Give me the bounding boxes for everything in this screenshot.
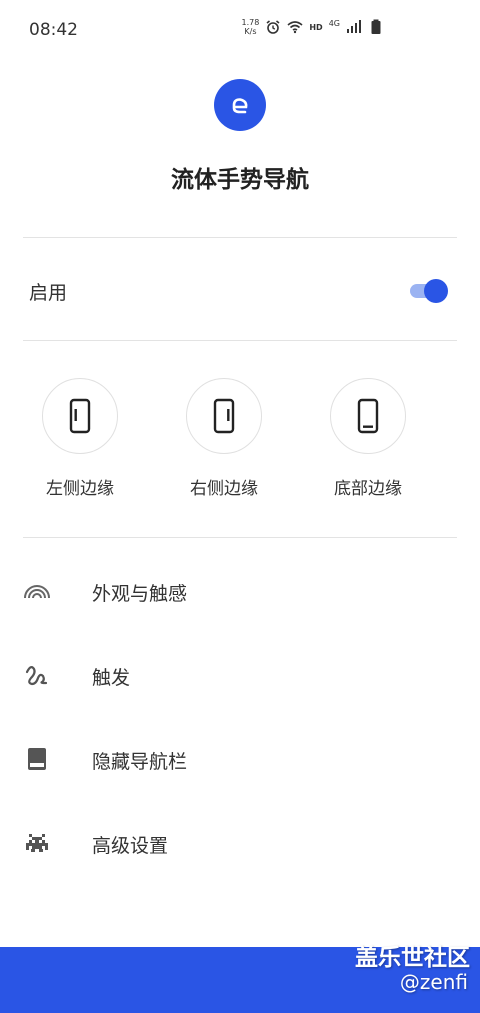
menu-item-hide-navbar[interactable]: 隐藏导航栏 — [0, 728, 480, 788]
network-type-label: 4G — [328, 18, 340, 28]
edge-option-left[interactable]: 左侧边缘 — [20, 378, 140, 508]
divider-top — [23, 237, 457, 238]
edge-option-left-circle[interactable] — [42, 378, 118, 454]
edge-option-right[interactable]: 右侧边缘 — [164, 378, 284, 508]
space-invader-icon — [26, 834, 48, 852]
menu-item-advanced-label: 高级设置 — [92, 835, 169, 857]
wifi-icon — [287, 21, 303, 34]
squiggle-icon — [25, 665, 48, 686]
menu-item-trigger-label: 触发 — [92, 667, 131, 689]
menu-item-advanced[interactable]: 高级设置 — [0, 812, 480, 872]
status-time: 08:42 — [29, 20, 78, 40]
page-title: 流体手势导航 — [171, 167, 309, 193]
status-icons: 1.78 K/s HD 4G — [242, 18, 384, 36]
edge-option-right-label: 右侧边缘 — [190, 479, 258, 499]
network-speed-value: 1.78 — [241, 18, 260, 27]
edge-option-bottom-label: 底部边缘 — [334, 479, 402, 499]
alarm-icon — [266, 20, 280, 34]
menu-item-appearance[interactable]: 外观与触感 — [0, 560, 480, 620]
enable-label: 启用 — [29, 282, 68, 304]
enable-toggle[interactable] — [408, 279, 448, 303]
app-logo-icon — [232, 98, 248, 114]
phone-left-edge-icon — [69, 398, 91, 434]
watermark-line1: 盖乐世社区 — [355, 945, 470, 971]
battery-icon — [371, 19, 381, 34]
navbar-hide-icon — [28, 748, 46, 770]
enable-row[interactable]: 启用 — [0, 265, 480, 315]
app-logo — [214, 79, 266, 131]
menu-item-trigger[interactable]: 触发 — [0, 644, 480, 704]
status-bar: 08:42 1.78 K/s HD 4G — [0, 0, 480, 60]
divider-middle — [23, 340, 457, 341]
watermark-line2: @zenfi — [399, 970, 468, 994]
signal-icon — [347, 20, 361, 33]
edge-option-bottom[interactable]: 底部边缘 — [308, 378, 428, 508]
edge-option-left-label: 左侧边缘 — [46, 479, 114, 499]
phone-bottom-edge-icon — [357, 398, 379, 434]
menu-item-hide-navbar-label: 隐藏导航栏 — [92, 751, 188, 773]
phone-right-edge-icon — [213, 398, 235, 434]
divider-bottom — [23, 537, 457, 538]
toggle-thumb — [424, 279, 448, 303]
edge-option-right-circle[interactable] — [186, 378, 262, 454]
rainbow-icon — [24, 585, 50, 599]
hd-label: HD — [309, 22, 323, 32]
network-speed-unit: K/s — [244, 27, 257, 36]
edge-option-bottom-circle[interactable] — [330, 378, 406, 454]
network-speed: 1.78 K/s — [242, 18, 260, 36]
menu-item-appearance-label: 外观与触感 — [92, 583, 188, 605]
